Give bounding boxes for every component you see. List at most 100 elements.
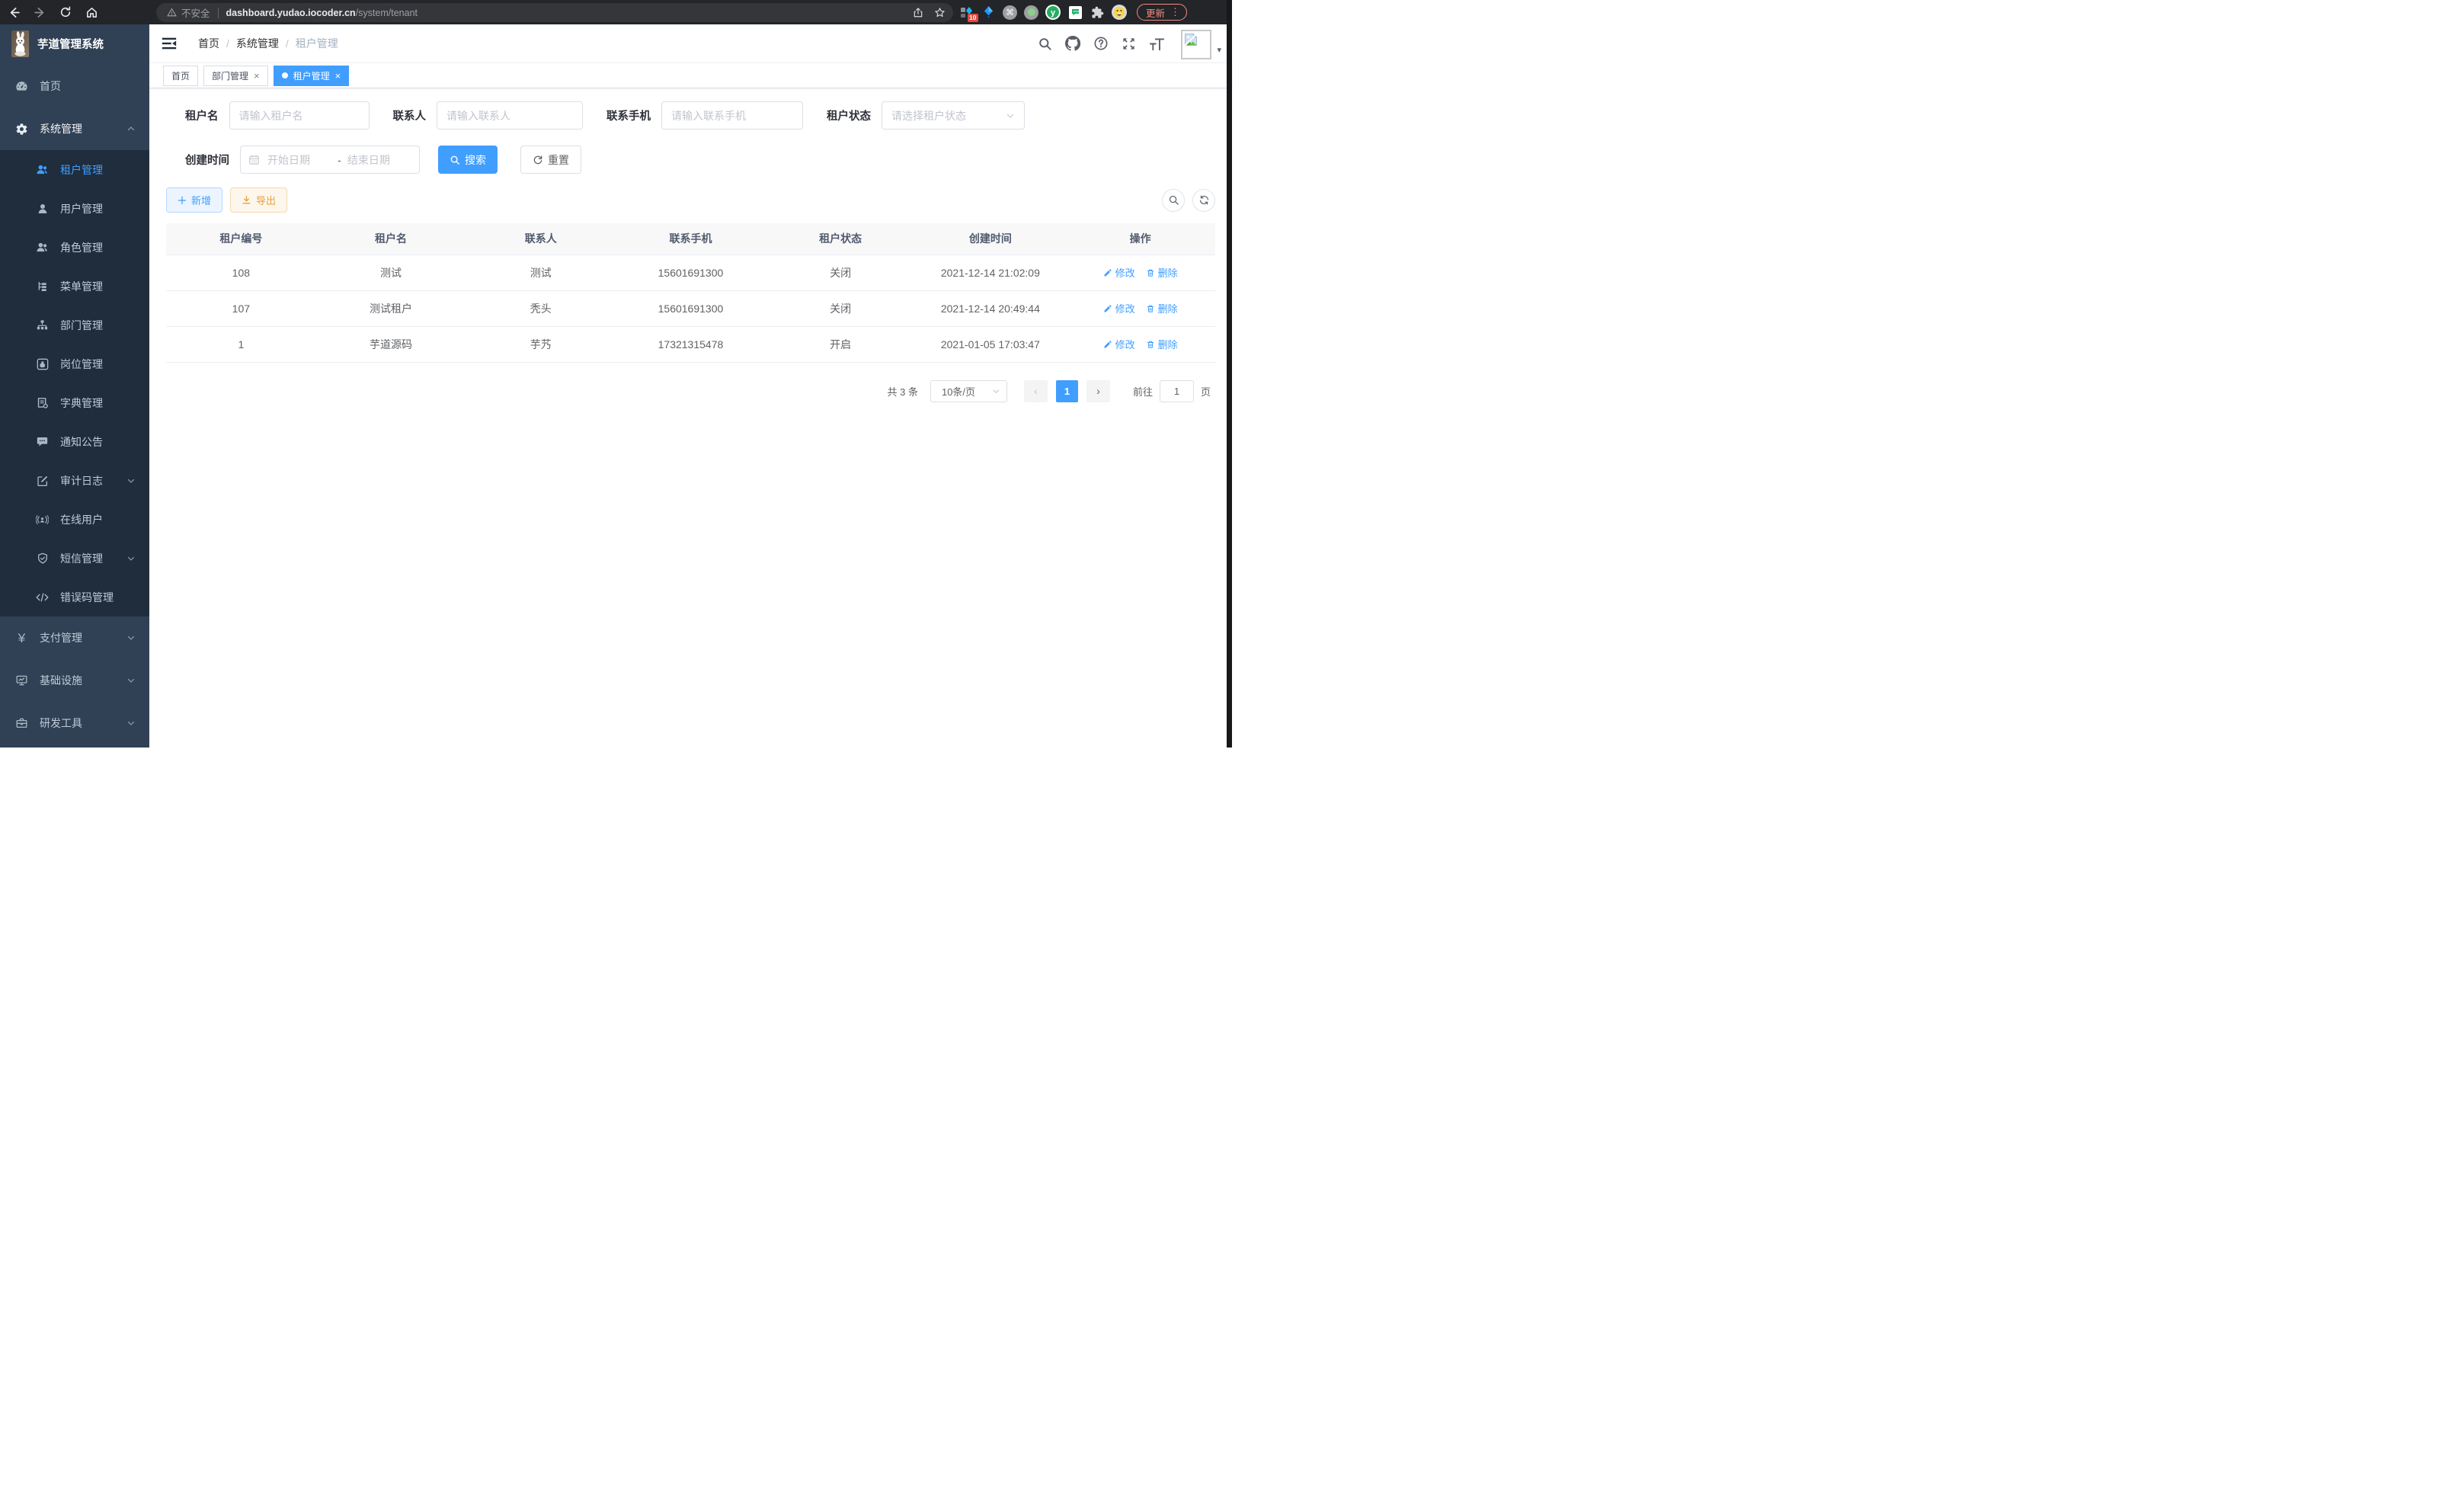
sidebar-item-payment-management[interactable]: ¥ 支付管理 (0, 616, 149, 659)
sidebar-item-label: 用户管理 (60, 201, 103, 216)
extension-y-icon[interactable]: y (1045, 5, 1061, 20)
edit-link[interactable]: 修改 (1103, 337, 1135, 351)
sidebar-item-infrastructure[interactable]: 基础设施 (0, 659, 149, 702)
tenant-name-input[interactable]: 请输入租户名 (229, 101, 370, 130)
extensions-puzzle-icon[interactable] (1090, 5, 1105, 20)
sidebar-item-system-management[interactable]: 系统管理 (0, 107, 149, 150)
security-warning-label: 不安全 (181, 5, 210, 20)
tab-department-management[interactable]: 部门管理 × (203, 66, 268, 86)
next-page-button[interactable]: › (1086, 380, 1110, 402)
table-row: 107 测试租户 秃头 15601691300 关闭 2021-12-14 20… (166, 290, 1215, 326)
table-refresh-icon[interactable] (1192, 189, 1215, 212)
breadcrumb-system[interactable]: 系统管理 (236, 36, 279, 51)
create-time-range-picker[interactable]: 开始日期 - 结束日期 (240, 146, 420, 174)
delete-link[interactable]: 删除 (1146, 265, 1178, 280)
sidebar-item-audit-log[interactable]: 审计日志 (0, 461, 149, 500)
sidebar-item-tenant-management[interactable]: 租户管理 (0, 150, 149, 189)
audit-log-icon (36, 475, 49, 487)
tab-home[interactable]: 首页 (163, 66, 198, 86)
page-size-select[interactable]: 10条/页 (930, 380, 1007, 402)
col-mobile: 联系手机 (616, 223, 766, 255)
bookmark-star-icon[interactable] (934, 7, 946, 18)
browser-update-button[interactable]: 更新 ⋮ (1137, 4, 1187, 21)
export-button[interactable]: 导出 (230, 187, 287, 213)
user-avatar-menu[interactable]: ▾ (1181, 28, 1221, 59)
address-bar[interactable]: 不安全 dashboard.yudao.iocoder.cn/system/te… (156, 3, 953, 22)
contact-input[interactable]: 请输入联系人 (437, 101, 583, 130)
sidebar-collapse-icon[interactable] (161, 35, 178, 52)
add-button[interactable]: 新增 (166, 187, 222, 213)
browser-back-icon[interactable] (6, 5, 21, 20)
reset-button[interactable]: 重置 (520, 146, 581, 174)
sidebar-item-label: 通知公告 (60, 434, 103, 450)
close-icon[interactable]: × (335, 71, 341, 81)
tab-tenant-management[interactable]: 租户管理 × (274, 66, 350, 86)
status-value: 关闭 (766, 255, 916, 290)
sidebar-item-home[interactable]: 首页 (0, 65, 149, 107)
extension-kite-icon[interactable] (981, 5, 996, 20)
sidebar-item-post-management[interactable]: 岗位管理 (0, 344, 149, 383)
font-size-icon[interactable] (1149, 37, 1165, 51)
chevron-down-icon (992, 387, 1000, 395)
extension-pixel-icon[interactable]: 10 (958, 5, 974, 20)
delete-link[interactable]: 删除 (1146, 301, 1178, 315)
browser-home-icon[interactable] (84, 5, 99, 20)
help-icon[interactable] (1093, 36, 1109, 51)
table-search-toggle-icon[interactable] (1162, 189, 1185, 212)
github-icon[interactable] (1065, 36, 1080, 51)
extension-record-icon[interactable] (1024, 5, 1038, 20)
sidebar-item-label: 首页 (40, 78, 61, 94)
sidebar-item-label: 岗位管理 (60, 357, 103, 372)
sidebar-item-notice-announcement[interactable]: 通知公告 (0, 422, 149, 461)
sidebar-item-dictionary-management[interactable]: 字典管理 (0, 383, 149, 422)
app-logo[interactable]: 芋道管理系统 (0, 24, 149, 62)
browser-menu-dots-icon[interactable]: ⋮ (1170, 6, 1180, 18)
header-search-icon[interactable] (1038, 37, 1052, 51)
mobile-input[interactable]: 请输入联系手机 (661, 101, 803, 130)
status-value: 关闭 (766, 290, 916, 326)
sidebar-item-online-users[interactable]: 在线用户 (0, 500, 149, 539)
delete-link[interactable]: 删除 (1146, 337, 1178, 351)
goto-page-input[interactable]: 1 (1160, 380, 1194, 402)
caret-down-icon[interactable]: ▾ (1217, 45, 1221, 55)
org-chart-icon (36, 319, 49, 331)
browser-forward-icon[interactable] (32, 5, 47, 20)
browser-reload-icon[interactable] (58, 5, 73, 20)
table-row: 108 测试 测试 15601691300 关闭 2021-12-14 21:0… (166, 255, 1215, 290)
sidebar-item-menu-management[interactable]: 菜单管理 (0, 267, 149, 306)
share-icon[interactable] (913, 7, 923, 18)
col-status: 租户状态 (766, 223, 916, 255)
prev-page-button[interactable]: ‹ (1024, 380, 1048, 402)
sidebar-item-dev-tools[interactable]: 研发工具 (0, 702, 149, 744)
profile-avatar-icon[interactable] (1112, 5, 1127, 20)
logo-rabbit-image (11, 30, 29, 57)
current-page[interactable]: 1 (1056, 380, 1078, 402)
sidebar-item-department-management[interactable]: 部门管理 (0, 306, 149, 344)
sidebar-item-role-management[interactable]: 角色管理 (0, 228, 149, 267)
sidebar-item-error-code-management[interactable]: 错误码管理 (0, 578, 149, 616)
tenant-status-select[interactable]: 请选择租户状态 (882, 101, 1025, 130)
breadcrumb-home[interactable]: 首页 (198, 36, 219, 51)
sidebar-item-label: 支付管理 (40, 630, 82, 645)
extension-chat-icon[interactable] (1067, 5, 1083, 20)
end-date-input[interactable]: 结束日期 (347, 152, 411, 168)
fullscreen-icon[interactable] (1122, 37, 1136, 51)
roles-users-icon (36, 241, 49, 254)
menu-tree-icon (36, 280, 49, 293)
chevron-down-icon (126, 554, 136, 563)
close-icon[interactable]: × (254, 71, 260, 81)
edit-link[interactable]: 修改 (1103, 265, 1135, 280)
search-button[interactable]: 搜索 (438, 146, 498, 174)
sidebar-item-label: 错误码管理 (60, 590, 114, 605)
sidebar-item-user-management[interactable]: 用户管理 (0, 189, 149, 228)
extension-badge: 10 (968, 14, 978, 22)
col-tenant-name: 租户名 (316, 223, 466, 255)
extension-command-icon[interactable]: ⌘ (1003, 5, 1017, 20)
chevron-up-icon (126, 124, 136, 133)
sidebar-item-sms-management[interactable]: 短信管理 (0, 539, 149, 578)
chevron-down-icon (1006, 111, 1015, 120)
window-edge-strip (1227, 0, 1232, 748)
status-value: 开启 (766, 326, 916, 362)
edit-link[interactable]: 修改 (1103, 301, 1135, 315)
start-date-input[interactable]: 开始日期 (267, 152, 331, 168)
